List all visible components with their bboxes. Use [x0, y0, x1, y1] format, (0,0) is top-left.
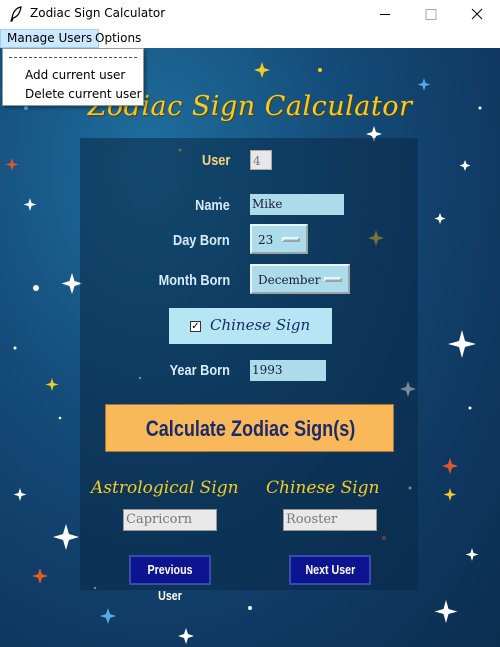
maximize-icon[interactable] [408, 0, 454, 29]
calculate-button-label: Calculate Zodiac Sign(s) [145, 416, 356, 441]
user-field: 4 [250, 150, 272, 170]
month-born-select[interactable]: December [250, 264, 350, 294]
checkbox-check-icon[interactable]: ✓ [190, 321, 201, 332]
window-title: Zodiac Sign Calculator [30, 6, 166, 20]
astrological-sign-heading: Astrological Sign [91, 478, 239, 498]
astrological-sign-result: Capricorn [123, 509, 217, 531]
calculate-button[interactable]: Calculate Zodiac Sign(s) [105, 404, 394, 452]
year-born-label: Year Born [169, 362, 230, 379]
chinese-sign-heading: Chinese Sign [266, 478, 380, 498]
day-born-value: 23 [258, 233, 274, 247]
previous-user-button[interactable]: Previous User [129, 555, 211, 603]
title-bar: Zodiac Sign Calculator [0, 0, 500, 29]
minimize-icon[interactable] [362, 0, 408, 29]
menu-item-delete-user[interactable]: Delete current user [25, 87, 142, 101]
menu-bar: Manage Users Options [0, 29, 500, 48]
manage-users-dropdown: Add current user Delete current user [2, 48, 144, 106]
close-icon[interactable] [454, 0, 500, 29]
previous-user-label: Previous User [147, 562, 193, 603]
menu-options[interactable]: Options [89, 29, 147, 48]
next-user-label: Next User [305, 562, 355, 577]
menu-manage-users[interactable]: Manage Users [0, 29, 100, 48]
user-label: User [201, 152, 230, 169]
chinese-sign-result: Rooster [283, 509, 377, 531]
tearoff-line[interactable] [9, 57, 137, 58]
dropdown-indicator-icon [282, 237, 300, 242]
month-born-value: December [258, 273, 321, 287]
month-born-label: Month Born [158, 272, 230, 289]
name-label: Name [195, 197, 230, 214]
chinese-sign-checkbox-label: Chinese Sign [210, 316, 311, 334]
day-born-label: Day Born [173, 232, 230, 249]
year-born-input[interactable]: 1993 [250, 360, 326, 381]
chinese-sign-checkbox[interactable]: ✓ Chinese Sign [169, 308, 332, 344]
name-input[interactable]: Mike [250, 194, 344, 215]
next-user-button[interactable]: Next User [289, 555, 371, 585]
dropdown-indicator-icon [324, 277, 342, 282]
day-born-select[interactable]: 23 [250, 224, 308, 254]
feather-icon [10, 6, 22, 22]
menu-item-add-user[interactable]: Add current user [25, 68, 125, 82]
